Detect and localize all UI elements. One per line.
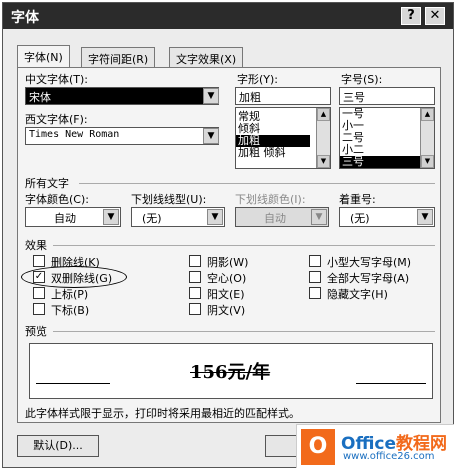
- engrave-checkbox[interactable]: [189, 303, 201, 315]
- underline-style-select[interactable]: (无) ▼: [131, 207, 225, 227]
- underline-color-select: 自动 ▼: [235, 207, 329, 227]
- font-style-list[interactable]: 常规 倾斜 加粗 加粗 倾斜 ▲ ▼: [235, 107, 331, 169]
- divider: [53, 331, 435, 332]
- underline-color-dropdown-icon: ▼: [311, 209, 327, 225]
- tab-font[interactable]: 字体(N): [17, 45, 70, 68]
- underline-style-dropdown-icon[interactable]: ▼: [207, 209, 223, 225]
- office-logo-icon: O: [301, 429, 335, 465]
- western-font-value: Times New Roman: [29, 129, 120, 140]
- all-text-heading: 所有文字: [25, 177, 69, 190]
- outline-checkbox[interactable]: [189, 271, 201, 283]
- scroll-up-icon[interactable]: ▲: [421, 108, 434, 121]
- shadow-checkbox[interactable]: [189, 255, 201, 267]
- effects-heading: 效果: [25, 239, 47, 252]
- emphasis-mark-label: 着重号:: [339, 193, 376, 206]
- outline-label: 空心(O): [207, 272, 247, 285]
- font-size-input[interactable]: 三号: [339, 87, 435, 105]
- preview-left-line: [36, 383, 110, 384]
- list-item[interactable]: 三号: [340, 156, 420, 168]
- font-size-value: 三号: [343, 91, 365, 104]
- strikethrough-checkbox[interactable]: [33, 255, 45, 267]
- preview-box: 156元/年: [29, 343, 433, 399]
- small-caps-label: 小型大写字母(M): [327, 256, 412, 269]
- superscript-label: 上标(P): [51, 288, 89, 301]
- font-style-label: 字形(Y):: [237, 73, 279, 86]
- emboss-checkbox[interactable]: [189, 287, 201, 299]
- all-caps-checkbox[interactable]: [309, 271, 321, 283]
- watermark-url: www.office26.com: [343, 451, 435, 462]
- font-color-dropdown-icon[interactable]: ▼: [103, 209, 119, 225]
- default-button[interactable]: 默认(D)...: [17, 435, 99, 457]
- emphasis-mark-select[interactable]: (无) ▼: [339, 207, 435, 227]
- highlight-ellipse: [21, 266, 127, 288]
- tab-text-effects[interactable]: 文字效果(X): [169, 47, 244, 67]
- underline-color-label: 下划线颜色(I):: [235, 193, 306, 206]
- tab-character-spacing[interactable]: 字符间距(R): [81, 47, 156, 67]
- size-scrollbar[interactable]: ▲ ▼: [420, 108, 434, 168]
- underline-color-value: 自动: [264, 212, 286, 225]
- subscript-label: 下标(B): [51, 304, 90, 317]
- divider: [53, 245, 435, 246]
- font-color-value: 自动: [54, 212, 76, 225]
- western-font-label: 西文字体(F):: [25, 113, 88, 126]
- scroll-down-icon[interactable]: ▼: [317, 155, 330, 168]
- western-font-select[interactable]: Times New Roman: [25, 127, 219, 145]
- western-font-dropdown-icon[interactable]: ▼: [203, 128, 219, 144]
- small-caps-checkbox[interactable]: [309, 255, 321, 267]
- emboss-label: 阳文(E): [207, 288, 245, 301]
- font-color-label: 字体颜色(C):: [25, 193, 89, 206]
- style-scrollbar[interactable]: ▲ ▼: [316, 108, 330, 168]
- font-color-select[interactable]: 自动 ▼: [25, 207, 121, 227]
- preview-right-line: [356, 383, 426, 384]
- superscript-checkbox[interactable]: [33, 287, 45, 299]
- chinese-font-dropdown-icon[interactable]: ▼: [203, 88, 219, 104]
- hidden-text-checkbox[interactable]: [309, 287, 321, 299]
- all-caps-label: 全部大写字母(A): [327, 272, 410, 285]
- shadow-label: 阴影(W): [207, 256, 249, 269]
- preview-note: 此字体样式限于显示，打印时将采用最相近的匹配样式。: [25, 407, 300, 420]
- chinese-font-select[interactable]: 宋体: [25, 87, 219, 105]
- font-style-value: 加粗: [239, 91, 261, 104]
- font-size-list[interactable]: 一号 小一 二号 小二 三号 ▲ ▼: [339, 107, 435, 169]
- subscript-checkbox[interactable]: [33, 303, 45, 315]
- close-button[interactable]: ✕: [425, 7, 445, 25]
- hidden-text-label: 隐藏文字(H): [327, 288, 388, 301]
- underline-style-value: (无): [142, 212, 162, 225]
- title-bar: 字体 ? ✕: [3, 3, 453, 29]
- help-button[interactable]: ?: [401, 7, 421, 25]
- chinese-font-value: 宋体: [29, 91, 51, 104]
- emphasis-mark-dropdown-icon[interactable]: ▼: [417, 209, 433, 225]
- dialog-title: 字体: [11, 10, 39, 26]
- font-style-input[interactable]: 加粗: [235, 87, 331, 105]
- underline-style-label: 下划线线型(U):: [131, 193, 207, 206]
- font-size-label: 字号(S):: [341, 73, 383, 86]
- divider: [79, 183, 435, 184]
- chinese-font-label: 中文字体(T):: [25, 73, 89, 86]
- watermark: O Office教程网 www.office26.com: [296, 424, 454, 468]
- preview-sample-text: 156元/年: [190, 362, 271, 383]
- engrave-label: 阴文(V): [207, 304, 246, 317]
- scroll-up-icon[interactable]: ▲: [317, 108, 330, 121]
- scroll-down-icon[interactable]: ▼: [421, 155, 434, 168]
- emphasis-mark-value: (无): [350, 212, 370, 225]
- preview-heading: 预览: [25, 325, 47, 338]
- font-dialog: 字体 ? ✕ 字体(N) 字符间距(R) 文字效果(X) 中文字体(T): 宋体…: [2, 2, 454, 468]
